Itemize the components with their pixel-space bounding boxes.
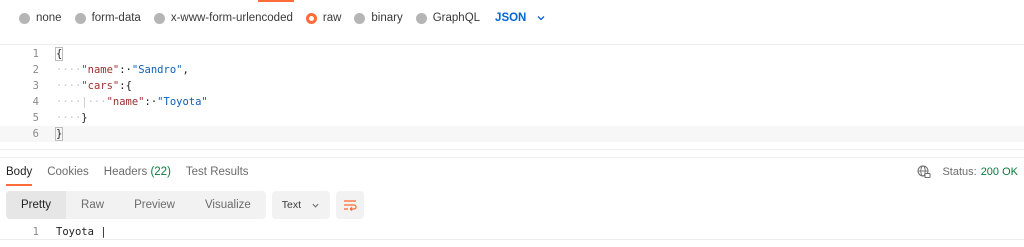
- tab-label: Headers: [103, 165, 148, 178]
- response-status: Status: 200 OK: [917, 158, 1018, 186]
- view-raw-button[interactable]: Raw: [66, 191, 119, 219]
- code-token: {: [54, 47, 64, 61]
- request-body-editor[interactable]: 1 { 2 ····"name":·"Sandro", 3 ····"cars"…: [0, 44, 1024, 150]
- radio-icon: [153, 12, 165, 24]
- code-line: ····"name":·"Sandro",: [56, 62, 189, 78]
- line-number: 1: [32, 226, 39, 238]
- json-punct: {: [125, 80, 132, 92]
- whitespace-marker: ····|···: [56, 96, 107, 108]
- json-key: "name": [106, 96, 145, 108]
- view-visualize-button[interactable]: Visualize: [190, 191, 266, 219]
- tab-headers[interactable]: Headers (22): [104, 158, 171, 186]
- view-pretty-button[interactable]: Pretty: [6, 191, 67, 219]
- json-key: "name": [81, 64, 120, 76]
- response-view-toolbar: Pretty Raw Preview Visualize Text: [6, 191, 365, 219]
- body-type-label: GraphQL: [432, 12, 481, 24]
- whitespace-marker: ····: [56, 80, 82, 92]
- response-format-dropdown[interactable]: Text: [271, 191, 331, 219]
- body-type-label: none: [36, 12, 62, 24]
- editor-line: 1 {: [0, 46, 1024, 62]
- body-type-label: raw: [322, 12, 342, 24]
- response-format-label: Text: [281, 199, 302, 211]
- json-key: "cars": [81, 80, 120, 92]
- raw-format-label: JSON: [495, 12, 527, 24]
- line-number: 1: [32, 48, 39, 60]
- code-line: }: [54, 126, 64, 142]
- json-separator: :·: [119, 64, 132, 76]
- response-tabs: Body Cookies Headers (22) Test Results S…: [0, 157, 1024, 186]
- whitespace-marker: ····: [56, 64, 82, 76]
- whitespace-marker: ····: [56, 112, 82, 124]
- wrap-lines-button[interactable]: [336, 191, 365, 219]
- editor-line: 4 ····|···"name":·"Toyota": [0, 94, 1024, 110]
- headers-count: (22): [150, 165, 171, 178]
- radio-icon: [415, 12, 427, 24]
- body-type-form-data[interactable]: form-data: [74, 12, 141, 24]
- body-type-label: binary: [371, 12, 403, 24]
- tab-cookies[interactable]: Cookies: [47, 158, 89, 186]
- json-value: "Toyota": [157, 96, 208, 108]
- editor-line: 2 ····"name":·"Sandro",: [0, 62, 1024, 78]
- json-punct: ,: [182, 64, 189, 76]
- json-separator: :·: [144, 96, 158, 108]
- editor-line: 3 ····"cars":{: [0, 78, 1024, 94]
- view-preview-button[interactable]: Preview: [119, 191, 190, 219]
- line-number: 6: [32, 128, 39, 140]
- editor-line: 5 ····}: [0, 110, 1024, 126]
- tab-body[interactable]: Body: [6, 158, 33, 186]
- status-label: Status:: [942, 166, 977, 178]
- globe-lock-icon[interactable]: [917, 165, 931, 179]
- radio-icon: [74, 12, 86, 24]
- tab-active-indicator: [258, 0, 294, 2]
- body-type-raw[interactable]: raw: [305, 12, 342, 24]
- code-line: ····}: [56, 110, 88, 126]
- body-type-selector: none form-data x-www-form-urlencoded raw…: [0, 7, 1024, 29]
- body-type-binary[interactable]: binary: [354, 12, 403, 24]
- line-number: 2: [32, 64, 39, 76]
- code-line: ····|···"name":·"Toyota": [56, 94, 208, 110]
- wrap-lines-icon: [344, 200, 357, 212]
- line-number: 3: [32, 80, 39, 92]
- body-type-graphql[interactable]: GraphQL: [415, 12, 481, 24]
- tab-label: Test Results: [185, 165, 249, 178]
- line-number: 5: [32, 112, 39, 124]
- radio-selected-icon: [305, 12, 317, 24]
- body-type-label: x-www-form-urlencoded: [170, 12, 293, 24]
- tab-label: Body: [6, 165, 33, 178]
- code-line: ····"cars":{: [56, 78, 132, 94]
- body-type-urlencoded[interactable]: x-www-form-urlencoded: [153, 12, 293, 24]
- chevron-down-icon: [537, 16, 545, 21]
- view-mode-segmented: Pretty Raw Preview Visualize: [6, 191, 266, 219]
- line-number: 4: [32, 96, 39, 108]
- body-type-label: form-data: [91, 12, 141, 24]
- status-code[interactable]: 200 OK: [981, 166, 1018, 178]
- response-text: Toyota |: [56, 226, 107, 238]
- code-token: }: [81, 112, 88, 124]
- editor-line-active: 6 }: [0, 126, 1024, 142]
- json-value: "Sandro": [131, 64, 183, 76]
- body-type-none[interactable]: none: [19, 12, 62, 24]
- text-cursor: [62, 127, 64, 141]
- raw-format-dropdown[interactable]: JSON: [495, 12, 546, 24]
- response-body-viewer[interactable]: 1 Toyota |: [0, 224, 1024, 240]
- chevron-down-icon: [312, 203, 319, 208]
- tab-test-results[interactable]: Test Results: [186, 158, 249, 186]
- radio-icon: [19, 12, 30, 24]
- radio-icon: [354, 12, 366, 24]
- code-line: {: [54, 46, 64, 62]
- tab-label: Cookies: [47, 165, 89, 178]
